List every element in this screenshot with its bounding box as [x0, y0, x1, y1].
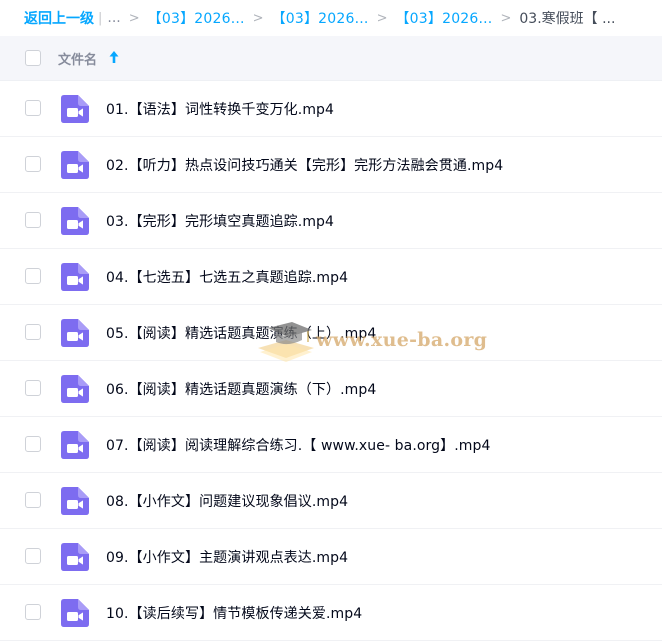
list-item[interactable]: 03.【完形】完形填空真题追踪.mp4 — [0, 193, 662, 249]
breadcrumb-separator: > — [252, 10, 264, 26]
breadcrumb-link[interactable]: 【03】2026... — [395, 8, 492, 28]
file-name[interactable]: 09.【小作文】主题演讲观点表达.mp4 — [106, 547, 348, 567]
breadcrumb-separator: > — [128, 10, 140, 26]
list-item[interactable]: 06.【阅读】精选话题真题演练（下）.mp4 — [0, 361, 662, 417]
row-checkbox[interactable] — [25, 436, 41, 452]
breadcrumb: 返回上一级 | ... > 【03】2026... > 【03】2026... … — [0, 0, 662, 36]
file-name[interactable]: 03.【完形】完形填空真题追踪.mp4 — [106, 211, 334, 231]
video-file-icon — [61, 431, 89, 459]
file-name[interactable]: 01.【语法】词性转换千变万化.mp4 — [106, 99, 334, 119]
select-all-checkbox[interactable] — [25, 50, 41, 66]
breadcrumb-divider: | — [98, 10, 103, 26]
file-name[interactable]: 07.【阅读】阅读理解综合练习.【 www.xue- ba.org】.mp4 — [106, 435, 491, 455]
breadcrumb-separator: > — [500, 10, 512, 26]
file-browser: 返回上一级 | ... > 【03】2026... > 【03】2026... … — [0, 0, 662, 644]
breadcrumb-ellipsis[interactable]: ... — [107, 10, 120, 26]
video-file-icon — [61, 543, 89, 571]
back-link[interactable]: 返回上一级 — [24, 8, 94, 28]
video-file-icon — [61, 487, 89, 515]
row-checkbox[interactable] — [25, 492, 41, 508]
breadcrumb-current: 03.寒假班【 ... — [519, 11, 616, 27]
breadcrumb-separator: > — [376, 10, 388, 26]
row-checkbox[interactable] — [25, 156, 41, 172]
list-item[interactable]: 08.【小作文】问题建议现象倡议.mp4 — [0, 473, 662, 529]
file-name[interactable]: 08.【小作文】问题建议现象倡议.mp4 — [106, 491, 348, 511]
row-checkbox[interactable] — [25, 212, 41, 228]
file-name[interactable]: 04.【七选五】七选五之真题追踪.mp4 — [106, 267, 348, 287]
list-item[interactable]: 04.【七选五】七选五之真题追踪.mp4 — [0, 249, 662, 305]
list-item[interactable]: 01.【语法】词性转换千变万化.mp4 — [0, 81, 662, 137]
video-file-icon — [61, 151, 89, 179]
row-checkbox[interactable] — [25, 548, 41, 564]
filename-column-header[interactable]: 文件名 — [58, 49, 97, 68]
file-name[interactable]: 05.【阅读】精选话题真题演练（上）.mp4 — [106, 323, 376, 343]
file-name[interactable]: 06.【阅读】精选话题真题演练（下）.mp4 — [106, 379, 376, 399]
row-checkbox[interactable] — [25, 100, 41, 116]
list-item[interactable]: 02.【听力】热点设问技巧通关【完形】完形方法融会贯通.mp4 — [0, 137, 662, 193]
video-file-icon — [61, 263, 89, 291]
file-list: 01.【语法】词性转换千变万化.mp4 02.【听力】热点设问技巧通关【完形】完… — [0, 81, 662, 641]
video-file-icon — [61, 599, 89, 627]
list-header: 文件名 — [0, 36, 662, 81]
list-item[interactable]: 05.【阅读】精选话题真题演练（上）.mp4 — [0, 305, 662, 361]
video-file-icon — [61, 207, 89, 235]
list-item[interactable]: 09.【小作文】主题演讲观点表达.mp4 — [0, 529, 662, 585]
video-file-icon — [61, 319, 89, 347]
video-file-icon — [61, 375, 89, 403]
row-checkbox[interactable] — [25, 380, 41, 396]
sort-arrow-up-icon[interactable] — [109, 50, 119, 64]
breadcrumb-link[interactable]: 【03】2026... — [272, 8, 369, 28]
list-item[interactable]: 07.【阅读】阅读理解综合练习.【 www.xue- ba.org】.mp4 — [0, 417, 662, 473]
file-name[interactable]: 02.【听力】热点设问技巧通关【完形】完形方法融会贯通.mp4 — [106, 155, 503, 175]
video-file-icon — [61, 95, 89, 123]
row-checkbox[interactable] — [25, 604, 41, 620]
file-name[interactable]: 10.【读后续写】情节模板传递关爱.mp4 — [106, 603, 362, 623]
list-item[interactable]: 10.【读后续写】情节模板传递关爱.mp4 — [0, 585, 662, 641]
row-checkbox[interactable] — [25, 324, 41, 340]
row-checkbox[interactable] — [25, 268, 41, 284]
breadcrumb-link[interactable]: 【03】2026... — [148, 8, 245, 28]
